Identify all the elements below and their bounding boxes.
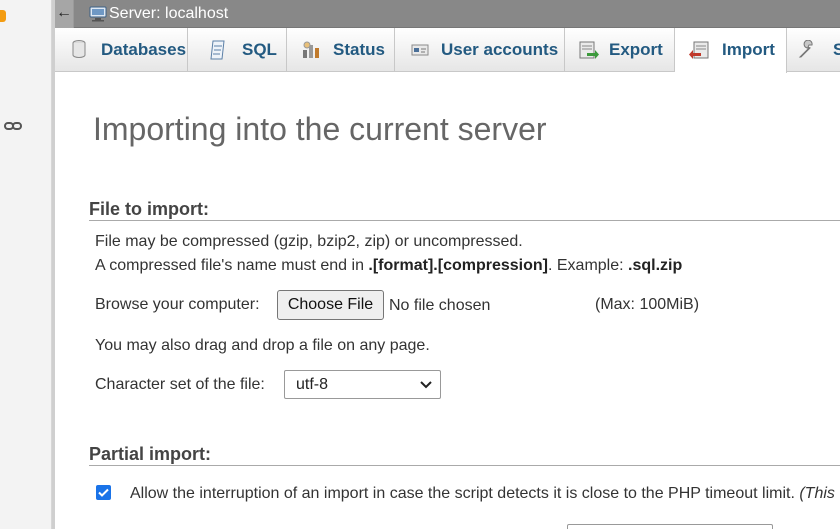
server-title[interactable]: Server: localhost [109, 5, 228, 23]
page-title: Importing into the current server [93, 111, 547, 147]
format-hint: .[format].[compression] [368, 257, 548, 274]
tab-export[interactable]: Export [565, 28, 675, 72]
note-text: . Example: [547, 257, 629, 274]
browse-label: Browse your computer: [95, 296, 260, 313]
tab-import[interactable]: Import [675, 28, 787, 73]
note-text: A compressed file's name must end in [95, 257, 369, 274]
compressed-name-note: A compressed file's name must end in .[f… [95, 257, 682, 275]
collapse-navigation-button[interactable]: ← [55, 0, 74, 28]
tab-label: Databases [101, 40, 187, 59]
allow-interrupt-checkbox[interactable] [96, 485, 111, 500]
compression-note: File may be compressed (gzip, bzip2, zip… [95, 233, 523, 250]
tab-label: Status [333, 40, 385, 59]
section-divider [89, 220, 840, 221]
tab-status[interactable]: Status [287, 28, 395, 72]
chevron-down-icon [420, 381, 432, 389]
example-hint: .sql.zip [628, 257, 683, 274]
tab-settings[interactable]: S [787, 28, 840, 72]
top-menu-tabs: Databases SQL Status User accounts Expor… [55, 28, 840, 73]
tab-databases[interactable]: Databases [55, 28, 188, 72]
tab-label: Import [722, 40, 775, 59]
charset-select[interactable]: utf-8 [284, 370, 441, 399]
section-title-file-to-import: File to import: [89, 199, 209, 219]
charset-value: utf-8 [296, 376, 329, 393]
status-icon [303, 41, 319, 58]
choose-file-button[interactable]: Choose File [277, 290, 384, 320]
label-suffix: (This [799, 485, 835, 502]
export-icon [579, 41, 599, 59]
navigation-panel [0, 0, 52, 529]
server-title-bar: ← Server: localhost [55, 0, 840, 28]
sql-icon [210, 40, 225, 60]
server-icon [89, 6, 107, 22]
skip-queries-input[interactable] [567, 524, 773, 529]
tab-label: Export [609, 40, 663, 59]
tab-label: SQL [242, 40, 277, 59]
logo-fragment [0, 10, 6, 22]
tab-sql[interactable]: SQL [188, 28, 287, 72]
tab-user-accounts[interactable]: User accounts [395, 28, 565, 72]
link-icon[interactable] [4, 120, 22, 132]
tab-label: User accounts [441, 40, 559, 59]
tab-label: S [833, 40, 840, 59]
panel-resizer[interactable] [52, 0, 55, 529]
checkmark-icon [98, 488, 109, 497]
no-file-chosen-text: No file chosen [389, 297, 491, 314]
max-size-text: (Max: 100MiB) [595, 296, 700, 313]
section-divider [89, 465, 840, 466]
charset-label: Character set of the file: [95, 376, 265, 393]
user-accounts-icon [411, 44, 429, 56]
import-icon [689, 41, 709, 59]
label-text: Allow the interruption of an import in c… [130, 485, 800, 502]
databases-icon [72, 40, 86, 58]
settings-icon [798, 40, 813, 58]
allow-interrupt-label[interactable]: Allow the interruption of an import in c… [130, 485, 835, 503]
section-title-partial-import: Partial import: [89, 444, 212, 464]
drag-drop-note: You may also drag and drop a file on any… [95, 337, 430, 354]
